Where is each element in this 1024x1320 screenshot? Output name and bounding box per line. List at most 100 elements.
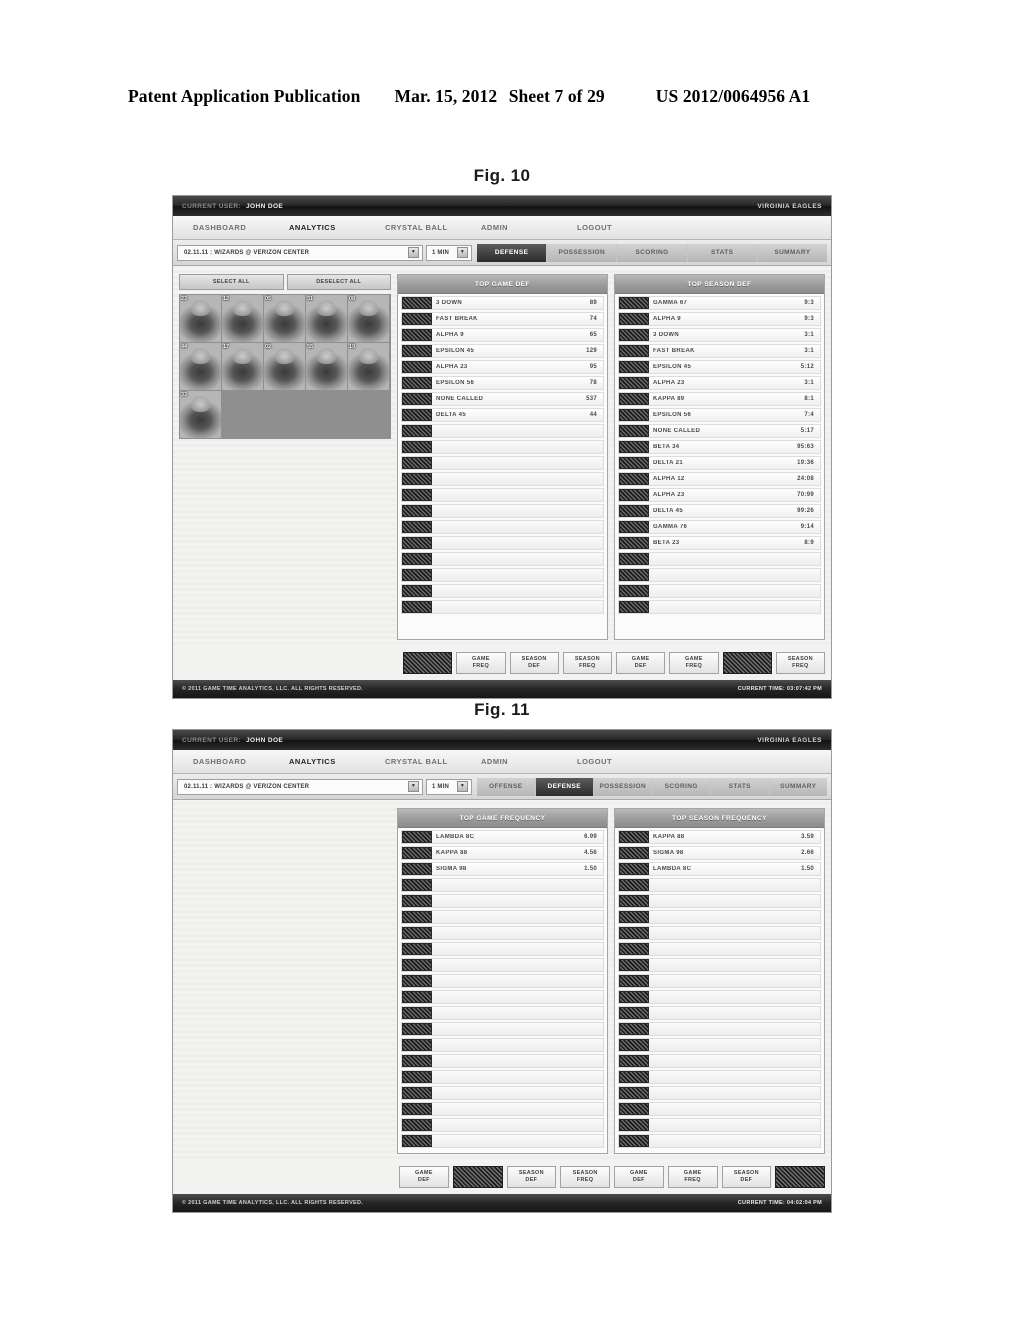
button-label-line2: DEF [417, 1177, 430, 1183]
tab-stats[interactable]: STATS [687, 243, 758, 262]
table-row[interactable]: DELTA 21 19:36 [618, 456, 821, 470]
nav-item-analytics[interactable]: ANALYTICS [279, 223, 375, 232]
patent-page-header: Patent Application Publication Mar. 15, … [128, 86, 896, 107]
chevron-down-icon[interactable]: ▼ [457, 781, 468, 792]
button-label-line2: DEF [525, 1177, 538, 1183]
table-row[interactable]: ALPHA 9 9:3 [618, 312, 821, 326]
tab-possession[interactable]: POSSESSION [594, 777, 653, 796]
player-photo[interactable]: 17 [222, 343, 263, 390]
table-row[interactable]: 3 DOWN 3:1 [618, 328, 821, 342]
tab-scoring[interactable]: SCORING [617, 243, 688, 262]
table-row[interactable]: ALPHA 23 70:99 [618, 488, 821, 502]
view-mode-button[interactable]: SEASONDEF [721, 1166, 772, 1188]
table-row[interactable]: SIGMA 98 2.66 [618, 846, 821, 860]
select-all-button[interactable]: SELECT ALL [179, 274, 284, 290]
current-user-name: JOHN DOE [246, 202, 284, 210]
view-mode-button[interactable]: GAMEDEF [614, 1166, 664, 1188]
table-row[interactable]: KAPPA 88 3.59 [618, 830, 821, 844]
table-row[interactable]: ALPHA 23 95 [401, 360, 604, 374]
nav-item-crystal-ball[interactable]: CRYSTAL BALL [375, 223, 471, 232]
deselect-all-button[interactable]: DESELECT ALL [286, 274, 391, 290]
view-mode-button[interactable]: SEASONDEF [722, 652, 772, 674]
game-select-value: 02.11.11 : WIZARDS @ VERIZON CENTER [184, 249, 310, 256]
nav-item-analytics[interactable]: ANALYTICS [279, 757, 375, 766]
game-select[interactable]: 02.11.11 : WIZARDS @ VERIZON CENTER ▼ [177, 244, 423, 261]
row-color-swatch [619, 297, 649, 309]
table-row[interactable]: DELTA 45 44 [401, 408, 604, 422]
tab-summary[interactable]: SUMMARY [769, 777, 827, 796]
row-label: LAMBDA 8C [436, 834, 475, 840]
table-row[interactable]: LAMBDA 8C 1.50 [618, 862, 821, 876]
table-row[interactable]: GAMMA 67 9:3 [618, 296, 821, 310]
nav-item-logout[interactable]: LOGOUT [567, 223, 663, 232]
view-mode-button[interactable]: SEASONFREQ [775, 652, 825, 674]
table-row[interactable]: EPSILON 45 129 [401, 344, 604, 358]
table-row-empty [401, 910, 604, 924]
player-photo[interactable]: 23 [180, 295, 221, 342]
player-photo[interactable]: 08 [348, 295, 389, 342]
tab-stats[interactable]: STATS [711, 777, 770, 796]
table-row-empty [401, 568, 604, 582]
view-mode-button[interactable]: GAMEDEF [399, 1166, 449, 1188]
table-row[interactable]: KAPPA 88 4.56 [401, 846, 604, 860]
period-select[interactable]: 1 MIN ▼ [426, 778, 472, 795]
nav-item-crystal-ball[interactable]: CRYSTAL BALL [375, 757, 471, 766]
view-mode-button[interactable]: GAMEDEF [403, 652, 453, 674]
player-photo[interactable]: 44 [180, 343, 221, 390]
view-mode-button[interactable]: SEASONDEF [506, 1166, 557, 1188]
nav-item-logout[interactable]: LOGOUT [567, 757, 663, 766]
table-row[interactable]: EPSILON 56 78 [401, 376, 604, 390]
table-row[interactable]: EPSILON 45 5:12 [618, 360, 821, 374]
table-row[interactable]: 3 DOWN 89 [401, 296, 604, 310]
view-mode-button[interactable]: SEASONDEF [509, 652, 559, 674]
view-mode-button[interactable]: GAMEFREQ [669, 652, 719, 674]
row-color-swatch [402, 1007, 432, 1019]
table-row[interactable]: FAST BREAK 3:1 [618, 344, 821, 358]
view-mode-button[interactable]: SEASONFREQ [775, 1166, 825, 1188]
player-photo[interactable]: 31 [306, 295, 347, 342]
chevron-down-icon[interactable]: ▼ [408, 247, 419, 258]
nav-item-admin[interactable]: ADMIN [471, 757, 567, 766]
view-mode-button[interactable]: GAMEFREQ [667, 1166, 718, 1188]
nav-item-dashboard[interactable]: DASHBOARD [183, 223, 279, 232]
view-mode-button[interactable]: GAMEFREQ [452, 1166, 503, 1188]
table-row[interactable]: SIGMA 98 1.50 [401, 862, 604, 876]
table-row[interactable]: KAPPA 89 8:1 [618, 392, 821, 406]
chevron-down-icon[interactable]: ▼ [408, 781, 419, 792]
table-row[interactable]: FAST BREAK 74 [401, 312, 604, 326]
player-photo[interactable]: 02 [264, 343, 305, 390]
tab-defense[interactable]: DEFENSE [477, 243, 548, 262]
table-row[interactable]: LAMBDA 8C 6.99 [401, 830, 604, 844]
table-row[interactable]: NONE CALLED 537 [401, 392, 604, 406]
player-photo[interactable]: 12 [222, 295, 263, 342]
game-select[interactable]: 02.11.11 : WIZARDS @ VERIZON CENTER ▼ [177, 778, 423, 795]
view-mode-button[interactable]: SEASONFREQ [560, 1166, 610, 1188]
period-select[interactable]: 1 MIN ▼ [426, 244, 472, 261]
view-mode-button[interactable]: GAMEFREQ [456, 652, 506, 674]
nav-item-dashboard[interactable]: DASHBOARD [183, 757, 279, 766]
player-photo[interactable]: 05 [264, 295, 305, 342]
player-photo[interactable]: 33 [180, 391, 221, 438]
tab-summary[interactable]: SUMMARY [757, 243, 828, 262]
table-row[interactable]: ALPHA 9 65 [401, 328, 604, 342]
table-row[interactable]: ALPHA 12 24:08 [618, 472, 821, 486]
button-label-line2: DEF [528, 663, 541, 669]
chevron-down-icon[interactable]: ▼ [457, 247, 468, 258]
table-row[interactable]: BETA 34 95:63 [618, 440, 821, 454]
tab-possession[interactable]: POSSESSION [547, 243, 618, 262]
view-mode-button[interactable]: GAMEDEF [616, 652, 666, 674]
table-row[interactable]: ALPHA 23 3:1 [618, 376, 821, 390]
player-photo[interactable]: 55 [306, 343, 347, 390]
row-color-swatch [402, 537, 432, 549]
tab-offense[interactable]: OFFENSE [477, 777, 536, 796]
table-row[interactable]: GAMMA 76 9:14 [618, 520, 821, 534]
table-row[interactable]: EPSILON 56 7:4 [618, 408, 821, 422]
table-row[interactable]: DELTA 45 99:26 [618, 504, 821, 518]
tab-defense[interactable]: DEFENSE [535, 777, 594, 796]
player-photo[interactable]: 19 [348, 343, 389, 390]
view-mode-button[interactable]: SEASONFREQ [562, 652, 612, 674]
table-row[interactable]: NONE CALLED 5:17 [618, 424, 821, 438]
nav-item-admin[interactable]: ADMIN [471, 223, 567, 232]
table-row[interactable]: BETA 23 8:9 [618, 536, 821, 550]
tab-scoring[interactable]: SCORING [652, 777, 711, 796]
